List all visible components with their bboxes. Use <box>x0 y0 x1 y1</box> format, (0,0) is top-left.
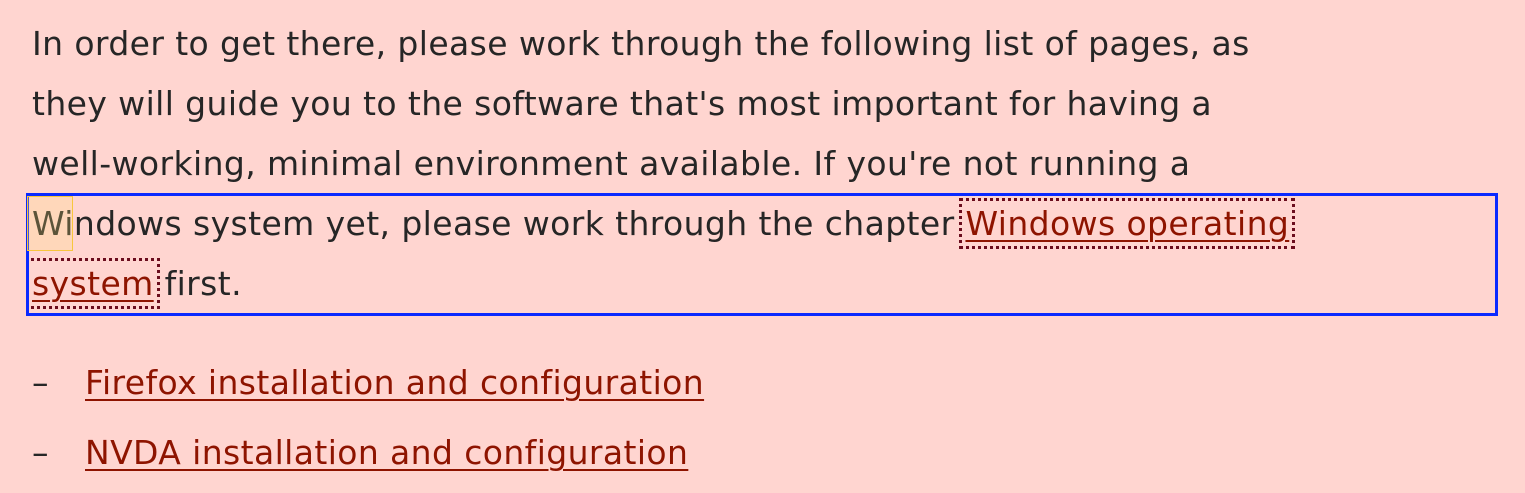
paragraph-line-4: Windows system yet, please work through … <box>32 194 1502 254</box>
paragraph-line-4-text: Windows system yet, please work through … <box>32 204 966 243</box>
list-marker: – <box>32 363 49 402</box>
windows-operating-system-link[interactable]: Windows operating <box>959 198 1296 249</box>
pages-list: – Firefox installation and configuration … <box>32 352 704 492</box>
firefox-installation-link[interactable]: Firefox installation and configuration <box>85 363 704 402</box>
nvda-installation-link[interactable]: NVDA installation and configuration <box>85 433 688 472</box>
list-marker: – <box>32 433 49 472</box>
paragraph-line-5: system first. <box>26 254 1502 314</box>
paragraph-line-3: well-working, minimal environment availa… <box>32 144 1191 183</box>
windows-operating-system-link-continued[interactable]: system <box>26 258 160 309</box>
paragraph-line-5-text: first. <box>153 264 242 303</box>
paragraph-line-2: they will guide you to the software that… <box>32 84 1213 123</box>
intro-paragraph: In order to get there, please work throu… <box>26 14 1502 314</box>
list-item: – Firefox installation and configuration <box>32 352 704 422</box>
paragraph-line-1: In order to get there, please work throu… <box>32 24 1250 63</box>
list-item: – NVDA installation and configuration <box>32 422 704 492</box>
